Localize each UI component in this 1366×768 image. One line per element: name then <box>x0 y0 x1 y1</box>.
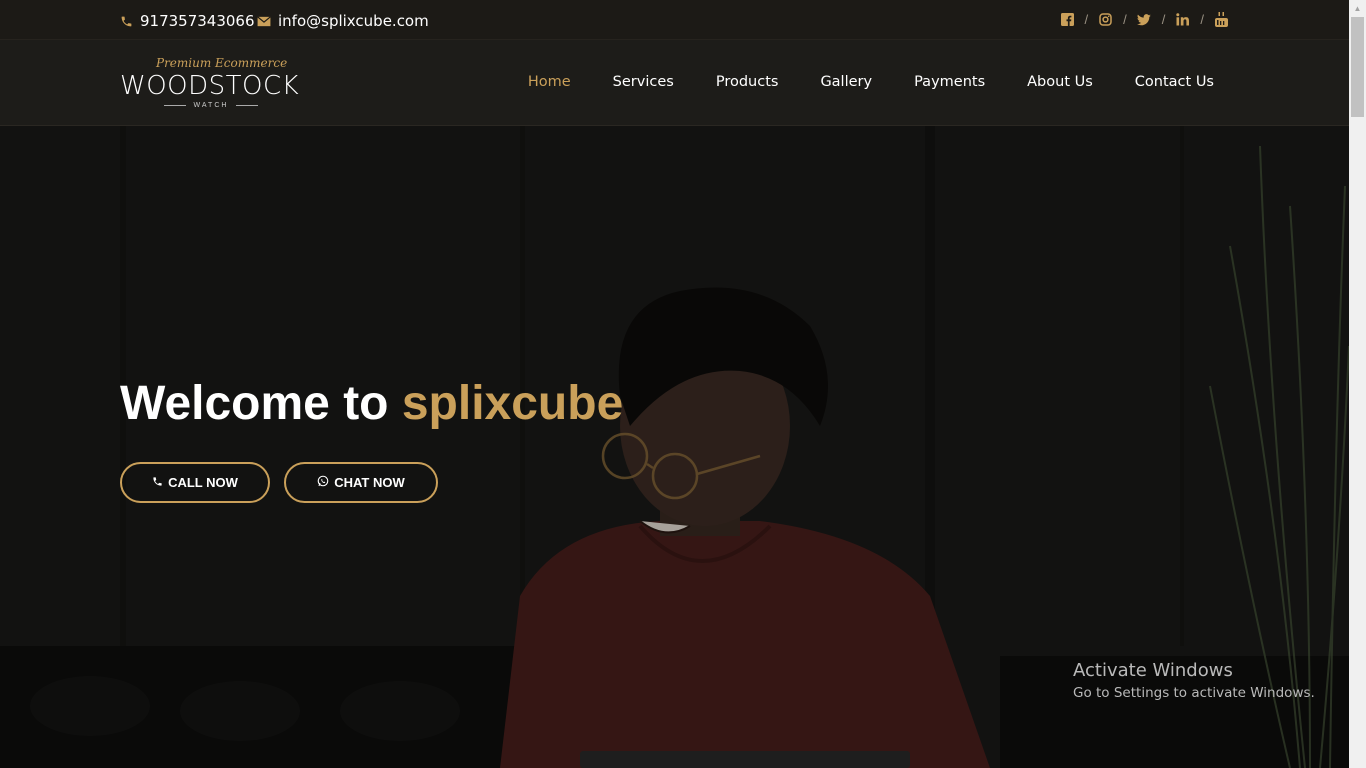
chat-now-button[interactable]: CHAT NOW <box>284 462 438 503</box>
activate-windows-watermark: Activate Windows Go to Settings to activ… <box>1073 660 1315 701</box>
twitter-icon[interactable] <box>1137 12 1152 27</box>
primary-nav: Home Services Products Gallery Payments … <box>528 74 1214 90</box>
facebook-icon[interactable] <box>1060 12 1075 27</box>
logo-rule <box>236 105 259 106</box>
social-separator: / <box>1123 12 1127 27</box>
nav-contact-us[interactable]: Contact Us <box>1135 74 1214 90</box>
phone-contact[interactable]: 917357343066 <box>120 12 255 30</box>
logo[interactable]: Premium Ecommerce WOODSTOCK WATCH <box>120 54 300 112</box>
scroll-up-arrow-icon[interactable]: ▲ <box>1349 0 1366 17</box>
hero-section: Welcome to splixcube CALL NOW CHAT NOW A… <box>0 126 1349 768</box>
logo-tagline: Premium Ecommerce <box>156 56 288 70</box>
top-bar: 917357343066 info@splixcube.com / / / / <box>0 0 1349 40</box>
main-navbar: Premium Ecommerce WOODSTOCK WATCH Home S… <box>0 40 1349 126</box>
watermark-subtitle: Go to Settings to activate Windows. <box>1073 685 1315 701</box>
vertical-scrollbar[interactable]: ▲ <box>1349 0 1366 768</box>
logo-subline: WATCH <box>156 102 266 109</box>
logo-sub-text: WATCH <box>193 102 229 109</box>
youtube-icon[interactable] <box>1214 12 1229 27</box>
nav-payments[interactable]: Payments <box>914 74 985 90</box>
email-contact[interactable]: info@splixcube.com <box>257 12 429 30</box>
call-now-label: CALL NOW <box>168 475 238 490</box>
logo-wordmark: WOODSTOCK <box>120 71 300 101</box>
call-now-button[interactable]: CALL NOW <box>120 462 270 503</box>
instagram-icon[interactable] <box>1098 12 1113 27</box>
nav-products[interactable]: Products <box>716 74 779 90</box>
nav-about-us[interactable]: About Us <box>1027 74 1093 90</box>
phone-icon <box>152 475 163 490</box>
scroll-thumb[interactable] <box>1351 17 1364 117</box>
whatsapp-icon <box>317 475 329 490</box>
social-links: / / / / <box>1060 12 1230 27</box>
nav-home[interactable]: Home <box>528 74 571 90</box>
email-address: info@splixcube.com <box>278 12 429 30</box>
envelope-icon <box>257 15 271 27</box>
social-separator: / <box>1084 12 1089 27</box>
chat-now-label: CHAT NOW <box>334 475 405 490</box>
hero-heading: Welcome to splixcube <box>120 376 623 431</box>
social-separator: / <box>1200 12 1204 27</box>
nav-services[interactable]: Services <box>613 74 674 90</box>
hero-heading-prefix: Welcome to <box>120 377 402 430</box>
logo-rule <box>163 105 186 106</box>
nav-gallery[interactable]: Gallery <box>820 74 872 90</box>
phone-icon <box>120 15 133 28</box>
phone-number: 917357343066 <box>140 12 255 30</box>
hero-heading-brand: splixcube <box>401 377 624 430</box>
linkedin-icon[interactable] <box>1175 12 1190 27</box>
social-separator: / <box>1161 12 1166 27</box>
watermark-title: Activate Windows <box>1073 660 1233 681</box>
